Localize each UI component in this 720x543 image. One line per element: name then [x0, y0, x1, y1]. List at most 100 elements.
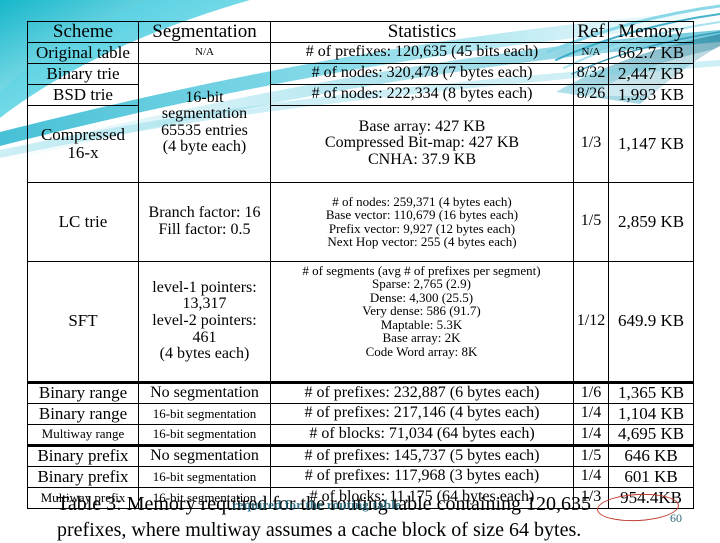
- cell-segmentation: No segmentation: [138, 381, 271, 404]
- cell-scheme: Binary range: [27, 402, 139, 425]
- segmentation-line: Fill factor: 0.5: [158, 220, 251, 238]
- statistics-line: Next Hop vector: 255 (4 bytes each): [327, 234, 517, 250]
- cell-statistics: # of nodes: 222,334 (8 bytes each): [270, 83, 574, 106]
- cell-segmentation: Branch factor: 16 Fill factor: 0.5: [138, 181, 271, 262]
- cell-segmentation-merged: 16-bit segmentation 65535 entries (4 byt…: [138, 62, 271, 183]
- cell-scheme: LC trie: [27, 181, 139, 262]
- segmentation-line: segmentation: [161, 105, 248, 123]
- column-header-segmentation: Segmentation: [138, 21, 271, 43]
- cell-ref: 1/5: [573, 181, 609, 262]
- segmentation-line: 16-bit: [185, 88, 224, 106]
- cell-statistics: # of prefixes: 217,146 (4 bytes each): [270, 402, 574, 425]
- cell-segmentation: 16-bit segmentation: [138, 465, 271, 488]
- statistics-line: Maptable: 5.3K: [380, 316, 463, 332]
- statistics-line: Code Word array: 8K: [365, 343, 478, 359]
- segmentation-line: level-2 pointers:: [152, 311, 257, 329]
- cell-segmentation: 16-bit segmentation: [138, 402, 271, 425]
- cell-memory: 601 KB: [608, 465, 694, 488]
- segmentation-line: level-1 pointers:: [152, 278, 257, 296]
- statistics-line: Prefix vector: 9,927 (12 bytes each): [328, 220, 516, 236]
- cell-scheme: Multiway range: [27, 423, 139, 447]
- table-row: LC trie Branch factor: 16 Fill factor: 0…: [27, 181, 694, 262]
- table-row: Multiway range 16-bit segmentation # of …: [27, 423, 694, 447]
- column-header-memory: Memory: [608, 21, 694, 43]
- segmentation-line: Branch factor: 16: [148, 204, 261, 222]
- cell-ref: 1/6: [573, 381, 609, 404]
- table-row: Binary prefix No segmentation # of prefi…: [27, 444, 694, 467]
- cell-scheme: Binary range: [27, 381, 139, 404]
- cell-memory: 1,147 KB: [608, 104, 694, 183]
- cell-ref: 1/3: [573, 104, 609, 183]
- cell-memory: 2,447 KB: [608, 62, 694, 85]
- table-row: SFT level-1 pointers: 13,317 level-2 poi…: [27, 260, 694, 384]
- statistics-line: Base vector: 110,679 (16 bytes each): [325, 207, 519, 223]
- cell-ref: 8/26: [573, 83, 609, 106]
- scheme-line-1: Compressed: [40, 125, 126, 145]
- overlay-annotation-text: required for the routing table: [232, 497, 401, 512]
- cell-segmentation: N/A: [138, 41, 271, 64]
- table-row: Binary range No segmentation # of prefix…: [27, 381, 694, 404]
- table-body: Original table N/A # of prefixes: 120,63…: [27, 41, 694, 509]
- cell-memory: 1,365 KB: [608, 381, 694, 404]
- cell-segmentation: No segmentation: [138, 444, 271, 467]
- cell-statistics: # of prefixes: 117,968 (3 bytes each): [270, 465, 574, 488]
- table-row: BSD trie # of nodes: 222,334 (8 bytes ea…: [27, 83, 694, 106]
- cell-statistics: # of prefixes: 232,887 (6 bytes each): [270, 381, 574, 404]
- cell-ref: 1/12: [573, 260, 609, 384]
- cell-segmentation: 16-bit segmentation: [138, 423, 271, 447]
- table-row: Original table N/A # of prefixes: 120,63…: [27, 41, 694, 64]
- table-row: Binary range 16-bit segmentation # of pr…: [27, 402, 694, 425]
- segmentation-line: 13,317: [182, 295, 227, 313]
- cell-scheme: Binary prefix: [27, 465, 139, 488]
- statistics-line: Very dense: 586 (91.7): [362, 303, 481, 319]
- cell-scheme: Original table: [27, 41, 139, 64]
- cell-segmentation: level-1 pointers: 13,317 level-2 pointer…: [138, 260, 271, 384]
- caption-line-2: prefixes, where multiway assumes a cache…: [57, 518, 582, 541]
- statistics-line: # of nodes: 259,371 (4 bytes each): [332, 193, 512, 209]
- segmentation-line: 461: [192, 328, 217, 346]
- cell-scheme: Compressed 16-x: [27, 104, 139, 183]
- cell-statistics: # of nodes: 259,371 (4 bytes each) Base …: [270, 181, 574, 262]
- table-row: Binary trie 16-bit segmentation 65535 en…: [27, 62, 694, 183]
- column-header-statistics: Statistics: [270, 21, 574, 43]
- cell-memory: 662.7 KB: [608, 41, 694, 64]
- cell-memory: 1,993 KB: [608, 83, 694, 106]
- cell-scheme: Binary prefix: [27, 444, 139, 467]
- memory-comparison-table: Scheme Segmentation Statistics Ref Memor…: [27, 21, 694, 509]
- cell-statistics: Base array: 427 KB Compressed Bit-map: 4…: [270, 104, 574, 183]
- cell-ref: 1/4: [573, 402, 609, 425]
- statistics-line: CNHA: 37.9 KB: [367, 151, 476, 169]
- cell-statistics: # of blocks: 71,034 (64 bytes each): [270, 423, 574, 447]
- column-header-ref: Ref: [573, 21, 609, 43]
- cell-statistics: # of nodes: 320,478 (7 bytes each): [270, 62, 574, 85]
- segmentation-line: (4 bytes each): [159, 345, 250, 363]
- cell-memory: 1,104 KB: [608, 402, 694, 425]
- cell-ref: 1/4: [573, 423, 609, 447]
- statistics-line: Base array: 2K: [382, 330, 461, 346]
- cell-ref: 1/5: [573, 444, 609, 467]
- header-row: Scheme Segmentation Statistics Ref Memor…: [27, 21, 694, 43]
- cell-memory: 646 KB: [608, 444, 694, 467]
- statistics-block: # of segments (avg # of prefixes per seg…: [272, 264, 571, 359]
- table-header: Scheme Segmentation Statistics Ref Memor…: [27, 21, 694, 43]
- table-row: Compressed 16-x Base array: 427 KB Compr…: [27, 104, 694, 183]
- column-header-scheme: Scheme: [27, 21, 139, 43]
- slide-content: Scheme Segmentation Statistics Ref Memor…: [0, 0, 720, 541]
- page-number: 60: [670, 511, 682, 525]
- cell-statistics: # of segments (avg # of prefixes per seg…: [270, 260, 574, 384]
- scheme-line-2: 16-x: [67, 142, 99, 162]
- segmentation-line: (4 byte each): [162, 138, 247, 156]
- cell-scheme: BSD trie: [27, 83, 139, 106]
- cell-ref: 8/32: [573, 62, 609, 85]
- statistics-line: Sparse: 2,765 (2.9): [372, 276, 471, 292]
- cell-memory: 4,695 KB: [608, 423, 694, 447]
- cell-ref: 1/4: [573, 465, 609, 488]
- statistics-line: Compressed Bit-map: 427 KB: [324, 134, 520, 152]
- cell-statistics: # of prefixes: 120,635 (45 bits each): [270, 41, 574, 64]
- statistics-line: Base array: 427 KB: [358, 117, 486, 135]
- cell-scheme: SFT: [27, 260, 139, 384]
- cell-memory: 2,859 KB: [608, 181, 694, 262]
- statistics-line: # of segments (avg # of prefixes per seg…: [302, 262, 541, 278]
- cell-scheme: Binary trie: [27, 62, 139, 85]
- cell-ref: N/A: [573, 41, 609, 64]
